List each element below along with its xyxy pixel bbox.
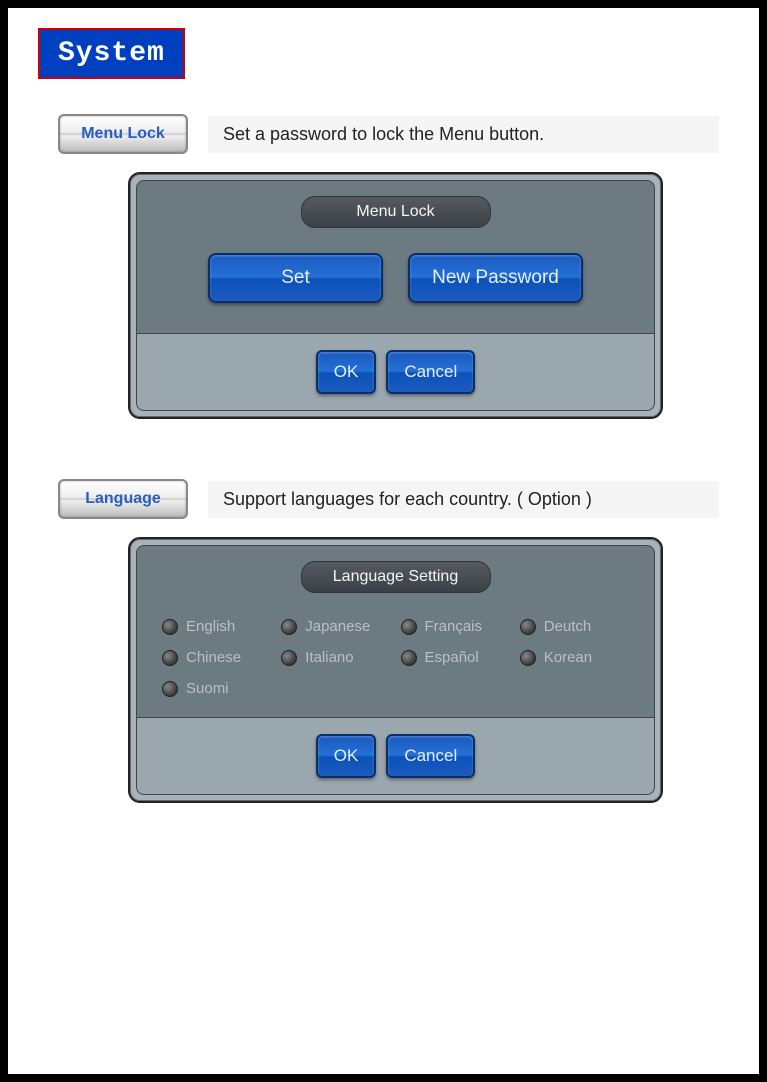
language-options-grid: English Japanese Français Deutch Chinese… xyxy=(157,618,634,697)
language-option-italiano[interactable]: Italiano xyxy=(281,649,390,666)
language-option-label: Korean xyxy=(544,649,592,666)
radio-icon xyxy=(401,650,417,666)
radio-icon xyxy=(162,619,178,635)
menu-lock-dialog-body: Menu Lock Set New Password xyxy=(136,180,655,334)
language-option-deutch[interactable]: Deutch xyxy=(520,618,629,635)
page-title: System xyxy=(38,28,185,79)
menu-lock-dialog-footer: OK Cancel xyxy=(136,334,655,411)
language-dialog-footer: OK Cancel xyxy=(136,718,655,795)
radio-icon xyxy=(520,619,536,635)
set-button[interactable]: Set xyxy=(208,253,383,303)
radio-icon xyxy=(401,619,417,635)
menu-lock-section: Menu Lock Set a password to lock the Men… xyxy=(58,114,739,419)
radio-icon xyxy=(162,650,178,666)
radio-icon xyxy=(162,681,178,697)
language-option-chinese[interactable]: Chinese xyxy=(162,649,271,666)
menu-lock-cancel-button[interactable]: Cancel xyxy=(386,350,475,394)
language-option-label: Japanese xyxy=(305,618,370,635)
language-header: Language Support languages for each coun… xyxy=(58,479,739,519)
language-option-label: Italiano xyxy=(305,649,353,666)
language-option-espanol[interactable]: Español xyxy=(401,649,510,666)
language-option-japanese[interactable]: Japanese xyxy=(281,618,390,635)
menu-lock-buttons-row: Set New Password xyxy=(157,253,634,303)
radio-icon xyxy=(281,650,297,666)
language-option-suomi[interactable]: Suomi xyxy=(162,680,271,697)
menu-lock-dialog: Menu Lock Set New Password OK Cancel xyxy=(128,172,663,419)
language-dialog: Language Setting English Japanese França… xyxy=(128,537,663,803)
language-option-francais[interactable]: Français xyxy=(401,618,510,635)
radio-icon xyxy=(520,650,536,666)
language-cancel-button[interactable]: Cancel xyxy=(386,734,475,778)
language-option-english[interactable]: English xyxy=(162,618,271,635)
language-option-korean[interactable]: Korean xyxy=(520,649,629,666)
language-description: Support languages for each country. ( Op… xyxy=(208,481,719,518)
new-password-button[interactable]: New Password xyxy=(408,253,583,303)
language-section: Language Support languages for each coun… xyxy=(58,479,739,803)
language-dialog-body: Language Setting English Japanese França… xyxy=(136,545,655,718)
menu-lock-ok-button[interactable]: OK xyxy=(316,350,377,394)
page: System Menu Lock Set a password to lock … xyxy=(0,0,767,1082)
language-option-label: English xyxy=(186,618,235,635)
radio-icon xyxy=(281,619,297,635)
language-ok-button[interactable]: OK xyxy=(316,734,377,778)
language-option-label: Deutch xyxy=(544,618,592,635)
language-option-label: Español xyxy=(425,649,479,666)
language-label-button[interactable]: Language xyxy=(58,479,188,519)
language-option-label: Suomi xyxy=(186,680,229,697)
menu-lock-dialog-title: Menu Lock xyxy=(301,196,491,228)
language-dialog-title: Language Setting xyxy=(301,561,491,593)
menu-lock-description: Set a password to lock the Menu button. xyxy=(208,116,719,153)
language-option-label: Chinese xyxy=(186,649,241,666)
menu-lock-label-button[interactable]: Menu Lock xyxy=(58,114,188,154)
language-option-label: Français xyxy=(425,618,483,635)
menu-lock-header: Menu Lock Set a password to lock the Men… xyxy=(58,114,739,154)
